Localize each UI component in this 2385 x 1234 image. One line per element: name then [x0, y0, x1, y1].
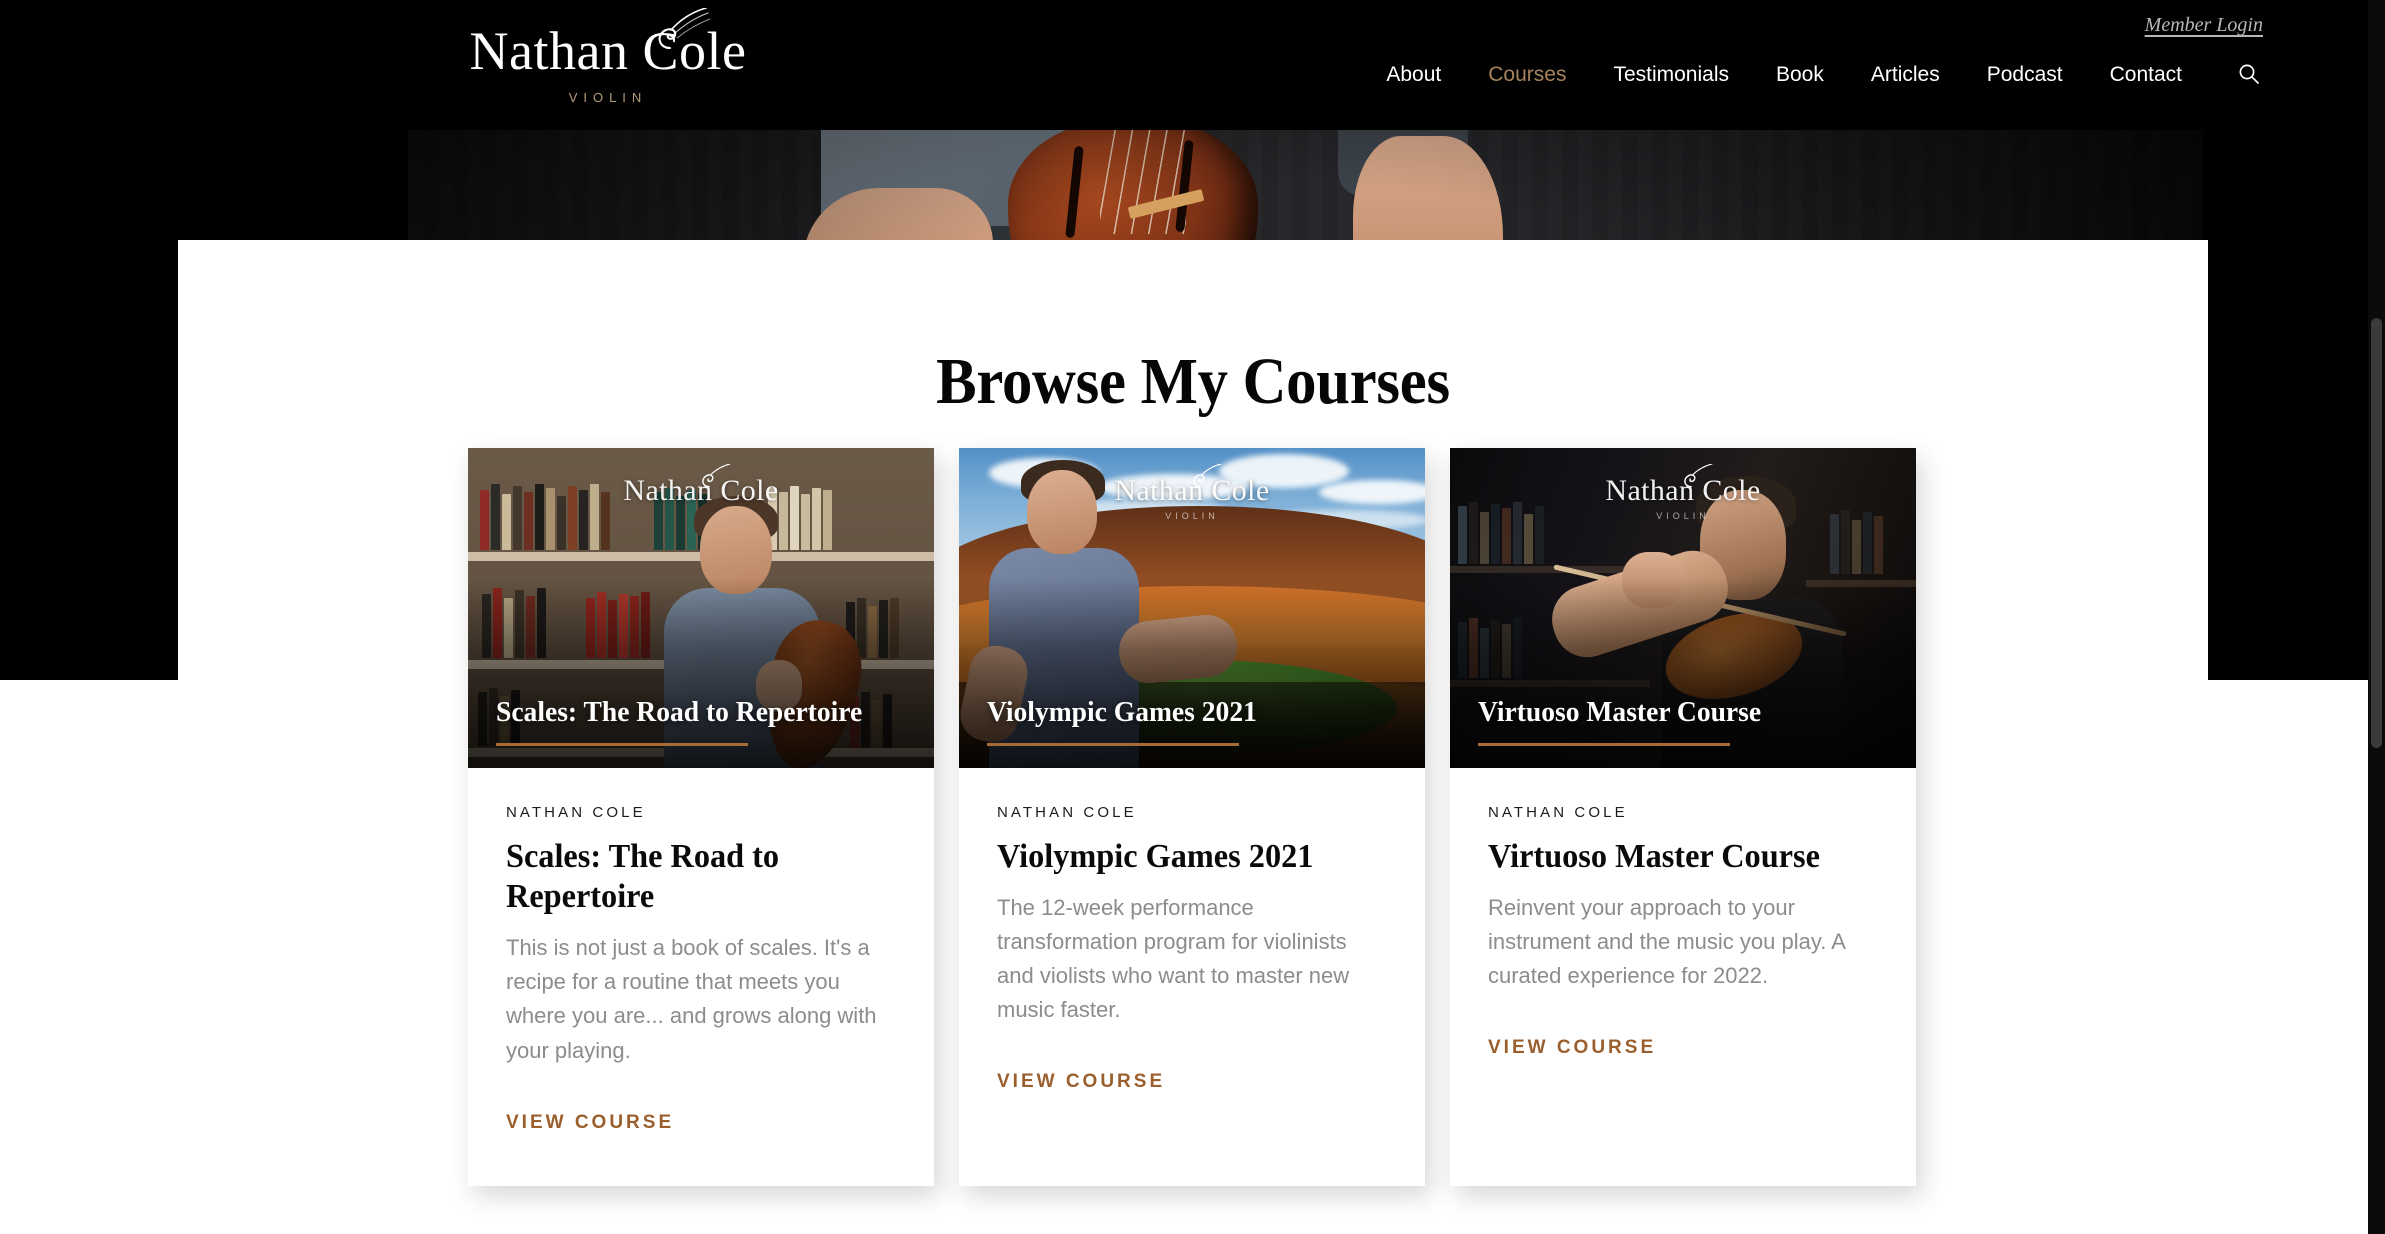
course-title: Violympic Games 2021 [997, 838, 1314, 875]
course-author: NATHAN COLE [997, 804, 1137, 821]
course-card-grid: Nathan Cole Scales: The Road to Repertoi… [468, 448, 1916, 1186]
view-course-link[interactable]: VIEW COURSE [506, 1112, 674, 1134]
view-course-link[interactable]: VIEW COURSE [997, 1071, 1165, 1093]
main-navigation: About Courses Testimonials Book Articles… [1386, 60, 2263, 88]
view-course-link[interactable]: VIEW COURSE [1488, 1037, 1656, 1059]
top-navigation-bar: Nathan Cole VIOLIN Member Login About Co… [0, 0, 2385, 130]
logo-tagline: VIOLIN [568, 90, 648, 105]
image-caption-title: Virtuoso Master Course [1478, 695, 1762, 728]
caption-rule [987, 743, 1239, 746]
book-row [1830, 510, 1883, 574]
site-logo[interactable]: Nathan Cole VIOLIN [463, 8, 753, 105]
scrollbar-thumb[interactable] [2371, 318, 2382, 748]
course-title: Scales: The Road to Repertoire [506, 838, 780, 916]
image-caption: Violympic Games 2021 [987, 695, 1385, 746]
nav-item-about[interactable]: About [1386, 64, 1441, 85]
page-root: Nathan Cole VIOLIN Member Login About Co… [0, 0, 2385, 1234]
image-caption-title: Violympic Games 2021 [987, 695, 1257, 728]
content-panel: Browse My Courses Nathan Cole Scales: Th… [178, 240, 2208, 1234]
course-author: NATHAN COLE [1488, 804, 1628, 821]
course-author: NATHAN COLE [506, 804, 646, 821]
member-login-link[interactable]: Member Login [2145, 14, 2263, 37]
course-card-image[interactable]: Nathan Cole VIOLIN Virtuoso Master Cours… [1450, 448, 1916, 768]
nav-item-book[interactable]: Book [1776, 64, 1824, 85]
nav-item-articles[interactable]: Articles [1871, 64, 1940, 85]
course-description: This is not just a book of scales. It's … [506, 935, 877, 1063]
page-title: Browse My Courses [936, 345, 1450, 418]
nav-item-contact[interactable]: Contact [2110, 64, 2182, 85]
logo-wordmark: Nathan Cole [469, 21, 747, 81]
course-card[interactable]: Nathan Cole VIOLIN Virtuoso Master Cours… [1450, 448, 1916, 1186]
course-card-body: NATHAN COLE Scales: The Road to Repertoi… [468, 768, 934, 1186]
nav-item-podcast[interactable]: Podcast [1987, 64, 2063, 85]
course-card-image[interactable]: Nathan Cole VIOLIN Violympic Games 2021 [959, 448, 1425, 768]
search-icon[interactable] [2235, 60, 2263, 88]
course-card-body: NATHAN COLE Violympic Games 2021 The 12-… [959, 768, 1425, 1145]
course-card[interactable]: Nathan Cole Scales: The Road to Repertoi… [468, 448, 934, 1186]
person-head [1027, 470, 1097, 554]
book-row [480, 484, 610, 550]
book-row [1458, 502, 1544, 564]
image-caption-title: Scales: The Road to Repertoire [496, 695, 863, 728]
course-title: Virtuoso Master Course [1488, 838, 1820, 875]
course-card-body: NATHAN COLE Virtuoso Master Course Reinv… [1450, 768, 1916, 1111]
nav-item-courses[interactable]: Courses [1488, 64, 1566, 85]
nav-item-testimonials[interactable]: Testimonials [1613, 64, 1729, 85]
course-description: Reinvent your approach to your instrumen… [1488, 895, 1845, 989]
course-description: The 12-week performance transformation p… [997, 895, 1350, 1023]
image-caption: Scales: The Road to Repertoire [496, 695, 894, 746]
course-card[interactable]: Nathan Cole VIOLIN Violympic Games 2021 [959, 448, 1425, 1186]
caption-rule [1478, 743, 1730, 746]
image-caption: Virtuoso Master Course [1478, 695, 1876, 746]
caption-rule [496, 743, 748, 746]
course-card-image[interactable]: Nathan Cole Scales: The Road to Repertoi… [468, 448, 934, 768]
